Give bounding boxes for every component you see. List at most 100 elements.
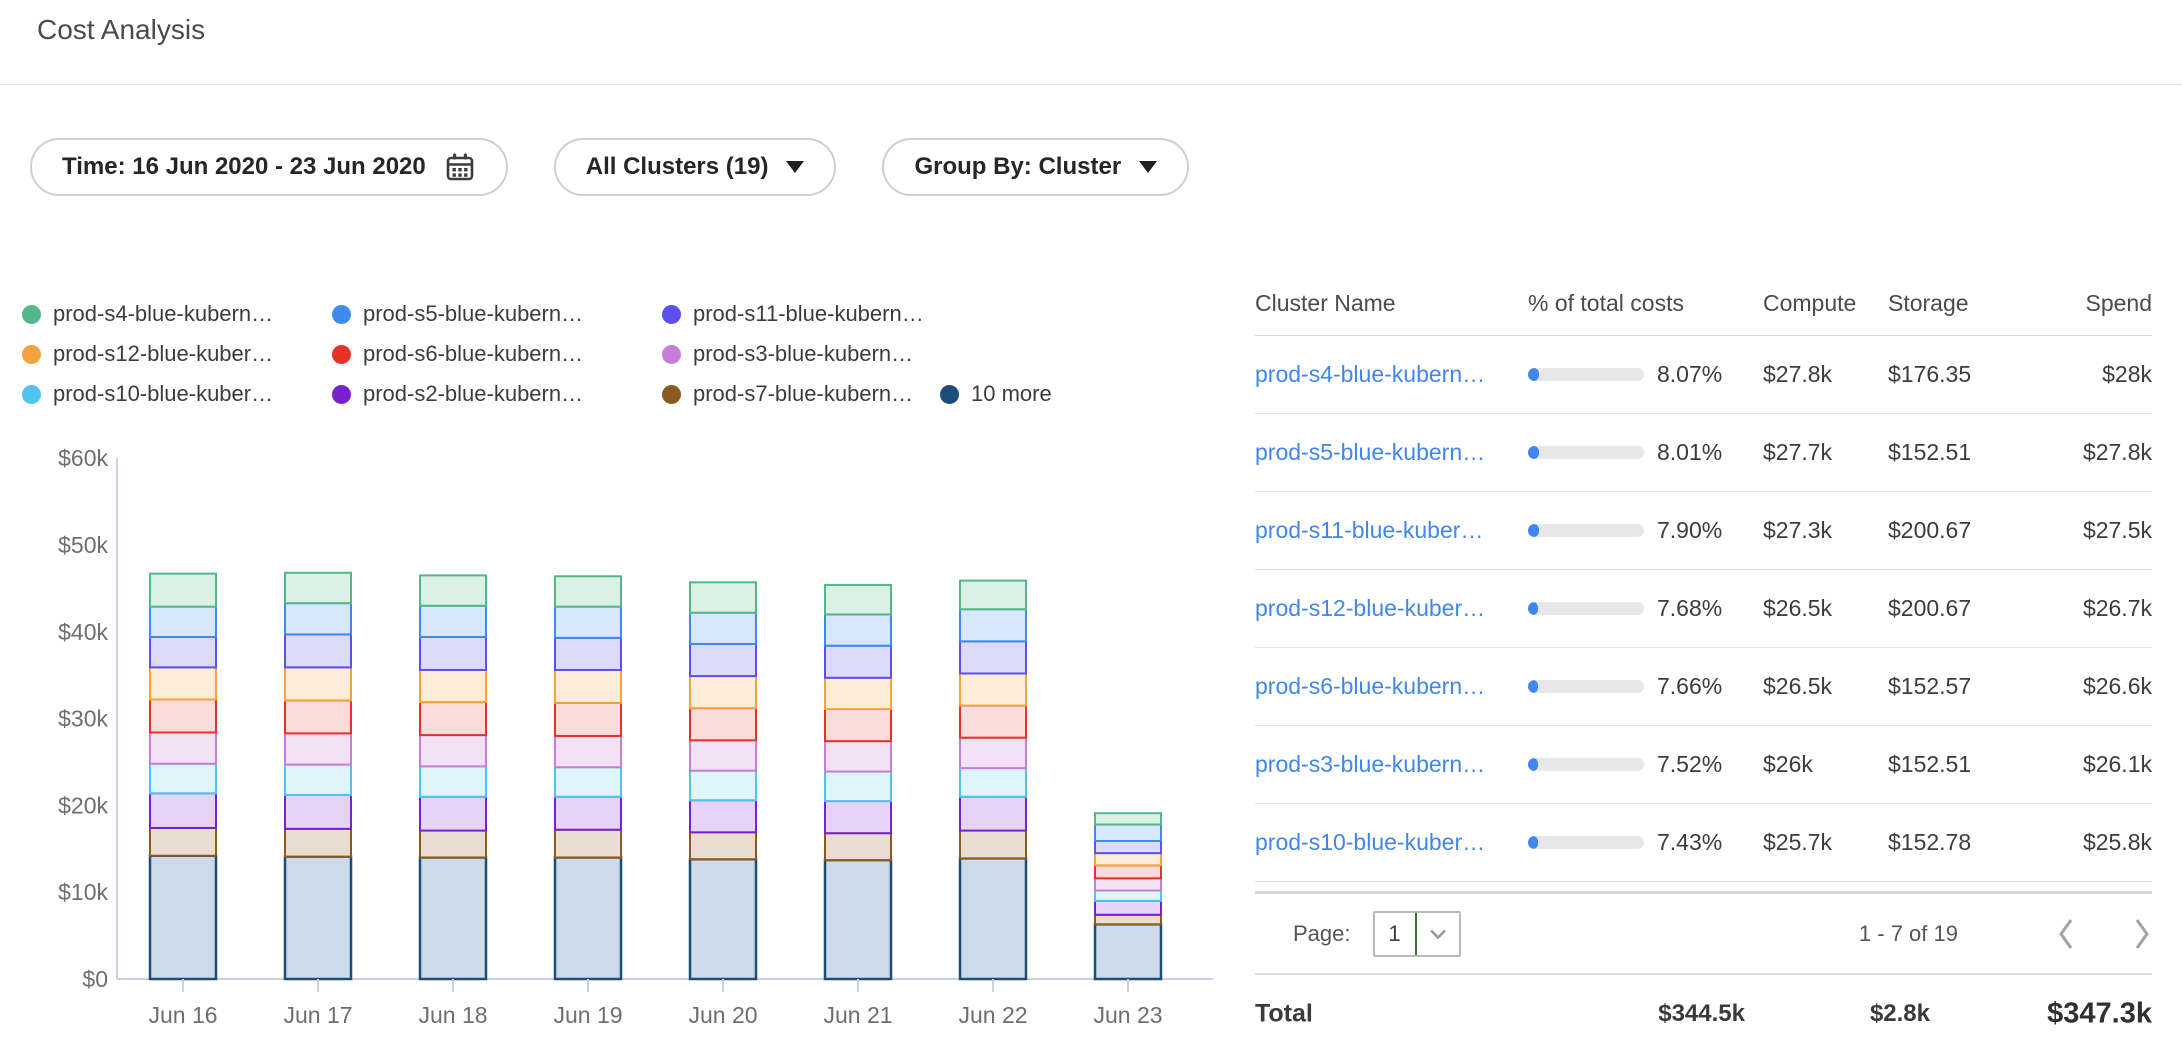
bar-segment[interactable]: [285, 733, 351, 764]
bar-segment[interactable]: [285, 795, 351, 829]
cluster-name-link[interactable]: prod-s3-blue-kubern…: [1255, 751, 1523, 778]
bar-segment[interactable]: [825, 772, 891, 802]
group-by-dropdown[interactable]: Group By: Cluster: [882, 138, 1189, 196]
bar-segment[interactable]: [555, 767, 621, 797]
bar-segment[interactable]: [825, 860, 891, 979]
bar-segment[interactable]: [150, 764, 216, 794]
bar-segment[interactable]: [420, 702, 486, 735]
bar-segment[interactable]: [1095, 915, 1161, 925]
bar-segment[interactable]: [960, 831, 1026, 859]
bar-segment[interactable]: [285, 634, 351, 667]
bar-segment[interactable]: [960, 609, 1026, 641]
bar-segment[interactable]: [825, 833, 891, 860]
legend-item[interactable]: prod-s2-blue-kubern…: [332, 381, 662, 407]
bar-segment[interactable]: [1095, 841, 1161, 853]
bar-segment[interactable]: [555, 703, 621, 736]
bar-segment[interactable]: [690, 832, 756, 859]
next-page-button[interactable]: [2132, 917, 2152, 951]
bar-segment[interactable]: [960, 581, 1026, 610]
bar-segment[interactable]: [690, 676, 756, 708]
bar-segment[interactable]: [1095, 824, 1161, 840]
bar-segment[interactable]: [420, 735, 486, 766]
legend-item[interactable]: 10 more: [940, 381, 1052, 407]
bar-segment[interactable]: [825, 801, 891, 833]
bar-segment[interactable]: [690, 859, 756, 979]
legend-item[interactable]: prod-s4-blue-kubern…: [22, 301, 332, 327]
bar-segment[interactable]: [690, 771, 756, 801]
bar-segment[interactable]: [960, 768, 1026, 797]
bar-segment[interactable]: [960, 797, 1026, 831]
bar-segment[interactable]: [150, 700, 216, 733]
bar-segment[interactable]: [285, 765, 351, 795]
bar-segment[interactable]: [690, 644, 756, 676]
bar-segment[interactable]: [555, 576, 621, 606]
bar-segment[interactable]: [285, 700, 351, 733]
bar-segment[interactable]: [150, 793, 216, 828]
bar-segment[interactable]: [825, 646, 891, 678]
time-range-button[interactable]: Time: 16 Jun 2020 - 23 Jun 2020: [30, 138, 508, 196]
cluster-name-link[interactable]: prod-s12-blue-kuber…: [1255, 595, 1523, 622]
legend-item[interactable]: prod-s11-blue-kubern…: [662, 301, 940, 327]
legend-item[interactable]: prod-s7-blue-kubern…: [662, 381, 940, 407]
bar-segment[interactable]: [150, 856, 216, 979]
bar-segment[interactable]: [285, 573, 351, 603]
bar-segment[interactable]: [150, 732, 216, 763]
bar-segment[interactable]: [960, 738, 1026, 768]
bar-segment[interactable]: [420, 670, 486, 702]
bar-segment[interactable]: [960, 858, 1026, 979]
bar-segment[interactable]: [825, 614, 891, 645]
bar-segment[interactable]: [555, 797, 621, 830]
bar-segment[interactable]: [1095, 890, 1161, 900]
bar-segment[interactable]: [420, 766, 486, 796]
cluster-name-link[interactable]: prod-s4-blue-kubern…: [1255, 361, 1523, 388]
bar-segment[interactable]: [150, 637, 216, 667]
bar-segment[interactable]: [555, 736, 621, 767]
bar-segment[interactable]: [150, 607, 216, 637]
bar-segment[interactable]: [555, 857, 621, 979]
bar-segment[interactable]: [825, 741, 891, 771]
bar-segment[interactable]: [150, 828, 216, 856]
bar-segment[interactable]: [555, 830, 621, 858]
legend-item[interactable]: prod-s3-blue-kubern…: [662, 341, 940, 367]
bar-segment[interactable]: [1095, 853, 1161, 865]
bar-segment[interactable]: [690, 740, 756, 770]
bar-segment[interactable]: [285, 857, 351, 979]
bar-segment[interactable]: [1095, 865, 1161, 878]
bar-segment[interactable]: [960, 673, 1026, 705]
bar-segment[interactable]: [690, 582, 756, 612]
bar-segment[interactable]: [555, 638, 621, 670]
bar-segment[interactable]: [150, 667, 216, 699]
bar-segment[interactable]: [285, 829, 351, 857]
legend-item[interactable]: prod-s12-blue-kuber…: [22, 341, 332, 367]
bar-segment[interactable]: [960, 706, 1026, 738]
bar-segment[interactable]: [150, 574, 216, 607]
bar-segment[interactable]: [825, 585, 891, 615]
legend-item[interactable]: prod-s6-blue-kubern…: [332, 341, 662, 367]
page-select[interactable]: 1: [1373, 911, 1461, 957]
bar-segment[interactable]: [690, 708, 756, 740]
cluster-name-link[interactable]: prod-s10-blue-kuber…: [1255, 829, 1523, 856]
bar-segment[interactable]: [1095, 878, 1161, 890]
bar-segment[interactable]: [420, 606, 486, 637]
bar-segment[interactable]: [555, 670, 621, 703]
clusters-dropdown[interactable]: All Clusters (19): [554, 138, 837, 196]
bar-segment[interactable]: [825, 678, 891, 709]
bar-segment[interactable]: [420, 797, 486, 831]
bar-segment[interactable]: [1095, 901, 1161, 915]
bar-segment[interactable]: [420, 831, 486, 858]
bar-segment[interactable]: [690, 800, 756, 832]
bar-segment[interactable]: [420, 857, 486, 979]
cluster-name-link[interactable]: prod-s11-blue-kuber…: [1255, 517, 1523, 544]
bar-segment[interactable]: [555, 607, 621, 638]
legend-item[interactable]: prod-s10-blue-kuber…: [22, 381, 332, 407]
bar-segment[interactable]: [285, 667, 351, 700]
cluster-name-link[interactable]: prod-s6-blue-kubern…: [1255, 673, 1523, 700]
bar-segment[interactable]: [690, 613, 756, 644]
legend-item[interactable]: prod-s5-blue-kubern…: [332, 301, 662, 327]
bar-segment[interactable]: [420, 637, 486, 670]
bar-segment[interactable]: [420, 575, 486, 605]
cluster-name-link[interactable]: prod-s5-blue-kubern…: [1255, 439, 1523, 466]
prev-page-button[interactable]: [2056, 917, 2076, 951]
bar-segment[interactable]: [825, 709, 891, 741]
bar-segment[interactable]: [960, 641, 1026, 673]
